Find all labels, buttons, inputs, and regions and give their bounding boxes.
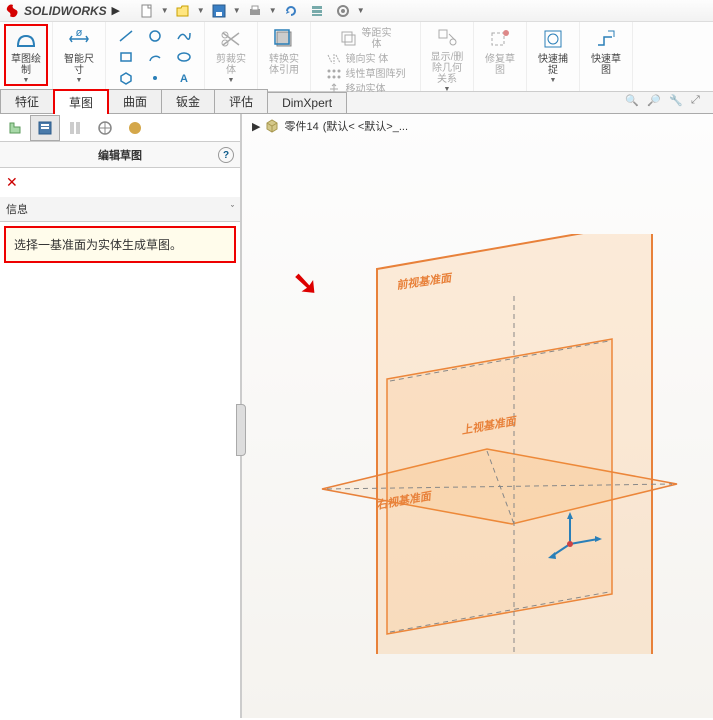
sketch-draw-button[interactable]: 草图绘 制 ▼: [4, 24, 48, 86]
offset-icon[interactable]: [340, 30, 358, 46]
spline-tool-icon[interactable]: [170, 26, 198, 46]
expand-icon[interactable]: ⤢: [691, 94, 707, 110]
save-icon[interactable]: [207, 1, 231, 21]
text-tool-icon[interactable]: A: [170, 68, 198, 88]
dropdown-icon[interactable]: ▼: [197, 1, 205, 21]
quick-access-toolbar: ▼ ▼ ▼ ▼ ▼: [135, 1, 365, 21]
zoom-icon[interactable]: 🔎: [647, 94, 663, 110]
dropdown-icon[interactable]: ▼: [161, 1, 169, 21]
trim-button[interactable]: 剪裁实 体 ▼: [209, 24, 253, 86]
filter-icon[interactable]: 🔧: [669, 94, 685, 110]
ellipse-tool-icon[interactable]: [170, 47, 198, 67]
app-logo: SOLIDWORKS: [4, 2, 107, 20]
command-tabs: 特征 草图 曲面 钣金 评估 DimXpert 🔍 🔎 🔧 ⤢: [0, 92, 713, 114]
tab-evaluate[interactable]: 评估: [214, 89, 268, 113]
repair-button[interactable]: 修复草 图: [478, 24, 522, 86]
tab-dimxpert[interactable]: DimXpert: [267, 92, 347, 113]
chevron-right-icon[interactable]: ▶: [111, 6, 121, 16]
part-icon: [264, 118, 280, 134]
new-file-icon[interactable]: [135, 1, 159, 21]
info-section-header[interactable]: 信息 ˇ: [0, 197, 240, 222]
tab-surface[interactable]: 曲面: [108, 89, 162, 113]
tab-sheetmetal[interactable]: 钣金: [161, 89, 215, 113]
point-tool-icon[interactable]: [141, 68, 169, 88]
graphics-viewport[interactable]: ▶ 零件14 (默认< <默认>_...: [242, 114, 713, 718]
quick-snap-button[interactable]: 快速捕 捉 ▼: [531, 24, 575, 86]
app-title: SOLIDWORKS: [24, 4, 107, 18]
print-icon[interactable]: [243, 1, 267, 21]
property-manager: 编辑草图 ? ✕ 信息 ˇ 选择一基准面为实体生成草图。: [0, 114, 242, 718]
show-hide-button[interactable]: 显示/删 除几何 关系 ▼: [425, 24, 469, 86]
config-name[interactable]: (默认< <默认>_...: [323, 118, 408, 134]
arc-tool-icon[interactable]: [141, 47, 169, 67]
reference-planes[interactable]: 前视基准面 上视基准面 右视基准面: [282, 234, 682, 654]
settings-icon[interactable]: [331, 1, 355, 21]
render-tab-icon[interactable]: [120, 115, 150, 141]
pattern-icon[interactable]: [326, 68, 342, 80]
circle-tool-icon[interactable]: [141, 26, 169, 46]
config-tab-icon[interactable]: [60, 115, 90, 141]
mirror-icon[interactable]: [326, 53, 342, 65]
polygon-tool-icon[interactable]: [112, 68, 140, 88]
sketch-tools-grid: A: [110, 24, 200, 90]
svg-text:ø: ø: [76, 27, 83, 39]
info-message: 选择一基准面为实体生成草图。: [4, 226, 236, 263]
dropdown-icon[interactable]: ▼: [233, 1, 241, 21]
chevron-right-icon[interactable]: ▶: [252, 120, 260, 133]
convert-button[interactable]: 转换实 体引用: [262, 24, 306, 86]
rebuild-icon[interactable]: [279, 1, 303, 21]
breadcrumb: ▶ 零件14 (默认< <默认>_...: [252, 118, 408, 134]
options-icon[interactable]: [305, 1, 329, 21]
close-panel-icon[interactable]: ✕: [0, 168, 240, 197]
property-tab-icon[interactable]: [30, 115, 60, 141]
svg-text:A: A: [180, 73, 188, 85]
feature-tree-tab-icon[interactable]: [0, 115, 30, 141]
tab-sketch[interactable]: 草图: [53, 89, 109, 114]
help-icon[interactable]: ?: [218, 147, 234, 163]
tab-features[interactable]: 特征: [0, 89, 54, 113]
dropdown-icon[interactable]: ▼: [357, 1, 365, 21]
collapse-icon[interactable]: ˇ: [231, 204, 234, 214]
panel-title: 编辑草图 ?: [0, 142, 240, 168]
ribbon: 草图绘 制 ▼ ø 智能尺 寸 ▼ A 剪裁实 体 ▼ 转换实 体引用: [0, 22, 713, 92]
rapid-sketch-button[interactable]: 快速草 图: [584, 24, 628, 86]
rectangle-tool-icon[interactable]: [112, 47, 140, 67]
panel-splitter[interactable]: [236, 404, 246, 456]
line-tool-icon[interactable]: [112, 26, 140, 46]
dim-tab-icon[interactable]: [90, 115, 120, 141]
open-file-icon[interactable]: [171, 1, 195, 21]
dropdown-icon[interactable]: ▼: [269, 1, 277, 21]
part-name[interactable]: 零件14: [284, 118, 318, 134]
search-icon[interactable]: 🔍: [625, 94, 641, 110]
smart-dimension-button[interactable]: ø 智能尺 寸 ▼: [57, 24, 101, 86]
